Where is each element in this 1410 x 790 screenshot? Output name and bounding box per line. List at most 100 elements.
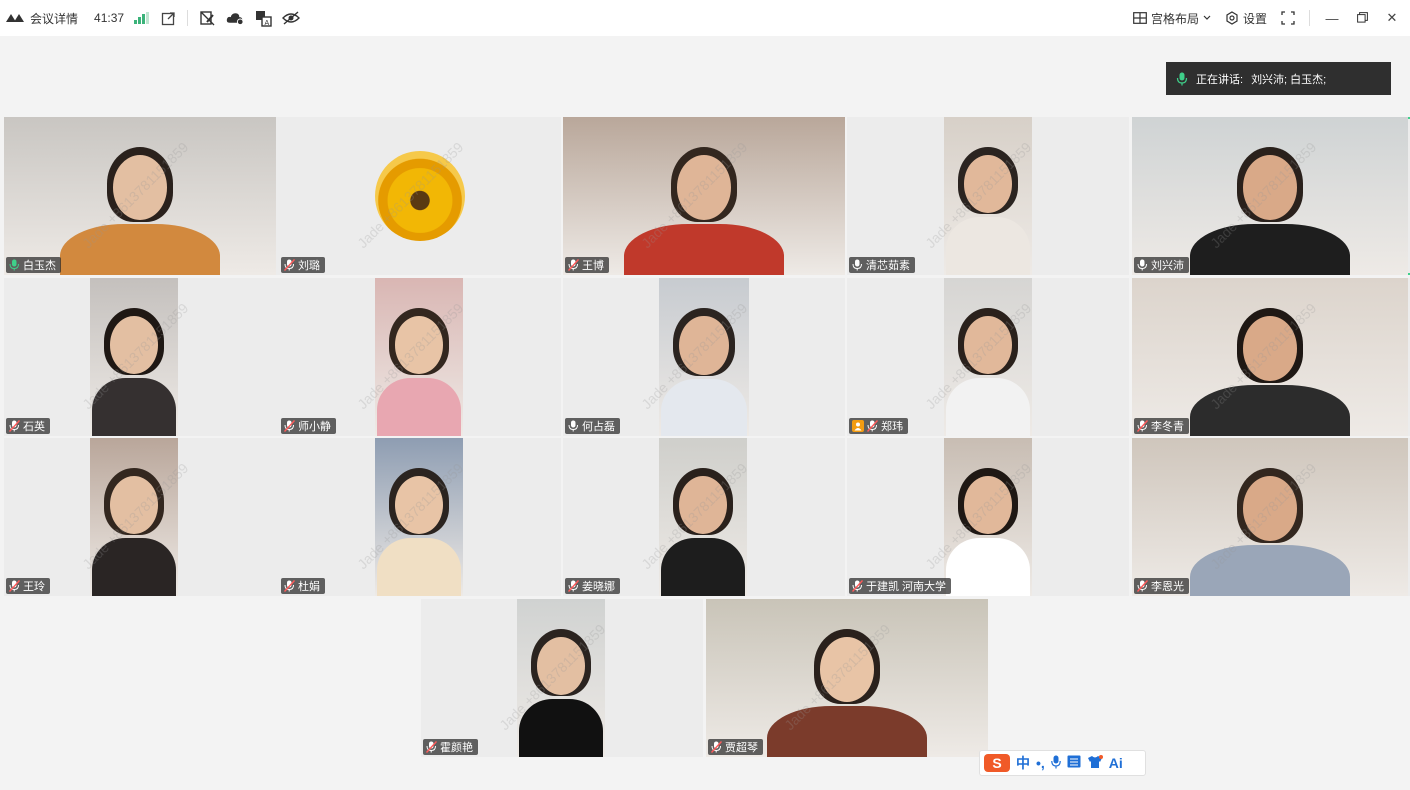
ime-keyboard-icon[interactable] [1067, 755, 1081, 771]
ime-punct-label[interactable]: •, [1036, 755, 1045, 771]
participant-tile[interactable]: Jade +8613781151859 李冬青 [1132, 278, 1410, 436]
person-body [1190, 384, 1350, 436]
mic-on-icon [852, 259, 862, 271]
participant-name-tag: 李冬青 [1134, 418, 1189, 434]
participant-name-tag: 师小静 [281, 418, 336, 434]
fullscreen-button[interactable] [1281, 11, 1295, 25]
video-feed [706, 599, 988, 757]
mic-muted-icon [9, 420, 20, 432]
participant-name-tag: 杜娟 [281, 578, 325, 594]
mic-muted-icon [568, 580, 579, 592]
participant-name: 师小静 [298, 421, 331, 433]
person-body [661, 379, 747, 436]
translate-icon[interactable]: A [254, 9, 272, 27]
person-face [536, 637, 586, 696]
participant-tile[interactable]: Jade +8613781151859 师小静 [279, 278, 561, 436]
participant-tile[interactable]: Jade +8613781151859 于建凯 河南大学 [847, 438, 1129, 596]
person-face [113, 155, 167, 220]
person-face [963, 155, 1013, 214]
participant-name: 于建凯 河南大学 [866, 581, 947, 593]
minimize-button[interactable]: — [1324, 11, 1340, 26]
ime-mode-label[interactable]: 中 [1016, 753, 1030, 773]
person-face [1243, 155, 1297, 220]
mic-muted-icon [284, 420, 295, 432]
participant-tile[interactable]: Jade +8613781151859 何占磊 [563, 278, 845, 436]
participant-tile[interactable]: Jade +8613781151859 姜晓娜 [563, 438, 845, 596]
signal-strength-icon[interactable] [134, 12, 150, 24]
grid-layout-label: 宫格布局 [1150, 11, 1199, 26]
host-badge-icon [852, 420, 864, 432]
participant-name: 白玉杰 [23, 260, 56, 272]
chevron-down-icon [1203, 15, 1211, 20]
settings-label: 设置 [1242, 11, 1267, 26]
restore-button[interactable] [1354, 11, 1370, 26]
participant-name: 杜娟 [298, 581, 320, 593]
participant-tile[interactable]: Jade +8613781151859 石英 [4, 278, 286, 436]
ime-skin-icon[interactable] [1087, 754, 1103, 772]
participant-name-tag: 贾超琴 [708, 739, 763, 755]
sunflower-avatar [375, 151, 465, 241]
svg-text:A: A [264, 20, 269, 27]
hide-view-icon[interactable] [282, 9, 301, 27]
title-bar-right: 宫格布局 设置 — ✕ [1133, 0, 1400, 36]
participant-name: 王博 [582, 260, 604, 272]
participant-tile[interactable]: Jade +8613781151859 李恩光 [1132, 438, 1410, 596]
ime-toolbar[interactable]: S 中 •, Ai [979, 750, 1146, 776]
participant-tile[interactable]: Jade +8613781151859 郑玮 [847, 278, 1129, 436]
person-face [963, 476, 1013, 535]
person-body [519, 699, 603, 757]
video-feed [1132, 278, 1408, 436]
participant-tile[interactable]: Jade +8613781151859 刘兴沛 [1132, 117, 1410, 275]
close-button[interactable]: ✕ [1384, 10, 1400, 26]
participant-name-tag: 王玲 [6, 578, 50, 594]
participant-name: 刘兴沛 [1151, 260, 1184, 272]
person-body [661, 538, 745, 596]
person-body [92, 378, 176, 436]
ime-voice-icon[interactable] [1050, 755, 1061, 772]
participant-name: 石英 [23, 421, 45, 433]
participant-tile[interactable]: Jade +8613781151859 杜娟 [279, 438, 561, 596]
participant-tile[interactable]: Jade +8613781151859 白玉杰 [4, 117, 286, 275]
person-body [946, 217, 1030, 275]
mic-muted-icon [867, 420, 878, 432]
participant-name-tag: 白玉杰 [6, 257, 61, 273]
participant-tile[interactable]: Jade +8613781151859 王玲 [4, 438, 286, 596]
annotation-off-icon[interactable] [198, 9, 216, 27]
meeting-timer: 41:37 [94, 11, 125, 25]
video-feed [90, 438, 178, 596]
speaking-mic-icon [1176, 72, 1188, 85]
mic-on-icon [1137, 259, 1147, 271]
settings-button[interactable]: 设置 [1225, 10, 1267, 27]
person-body [624, 223, 784, 275]
mic-muted-icon [711, 741, 722, 753]
person-body [946, 538, 1030, 596]
mic-muted-icon [852, 580, 863, 592]
person-body [377, 378, 461, 436]
ime-ai-label[interactable]: Ai [1109, 755, 1123, 771]
participant-tile[interactable]: Jade +8613781151859 清芯茹素 [847, 117, 1129, 275]
person-body [1190, 544, 1350, 596]
participant-name-tag: 石英 [6, 418, 50, 434]
grid-layout-button[interactable]: 宫格布局 [1133, 10, 1211, 27]
share-link-icon[interactable] [159, 9, 177, 27]
person-face [109, 316, 159, 375]
participant-name-tag: 何占磊 [565, 418, 620, 434]
cloud-record-icon[interactable] [226, 9, 244, 27]
participant-tile[interactable]: Jade +8613781151859 贾超琴 [706, 599, 988, 757]
participant-tile[interactable]: Jade +8613781151859 刘璐 [279, 117, 561, 275]
person-body [946, 378, 1030, 436]
meeting-details-link[interactable]: 会议详情 [30, 10, 78, 27]
participant-name-tag: 李恩光 [1134, 578, 1189, 594]
participant-tile[interactable]: Jade +8613781151859 霍颜艳 [421, 599, 703, 757]
person-face [394, 476, 444, 535]
person-face [394, 316, 444, 375]
participant-name-tag: 王博 [565, 257, 609, 273]
participant-tile[interactable]: Jade +8613781151859 王博 [563, 117, 845, 275]
mic-muted-icon [426, 741, 437, 753]
video-feed [944, 117, 1032, 275]
participant-name: 清芯茹素 [866, 260, 910, 272]
video-feed [563, 117, 845, 275]
video-feed [659, 278, 749, 436]
participant-name-tag: 清芯茹素 [849, 257, 915, 273]
person-face [820, 637, 874, 702]
